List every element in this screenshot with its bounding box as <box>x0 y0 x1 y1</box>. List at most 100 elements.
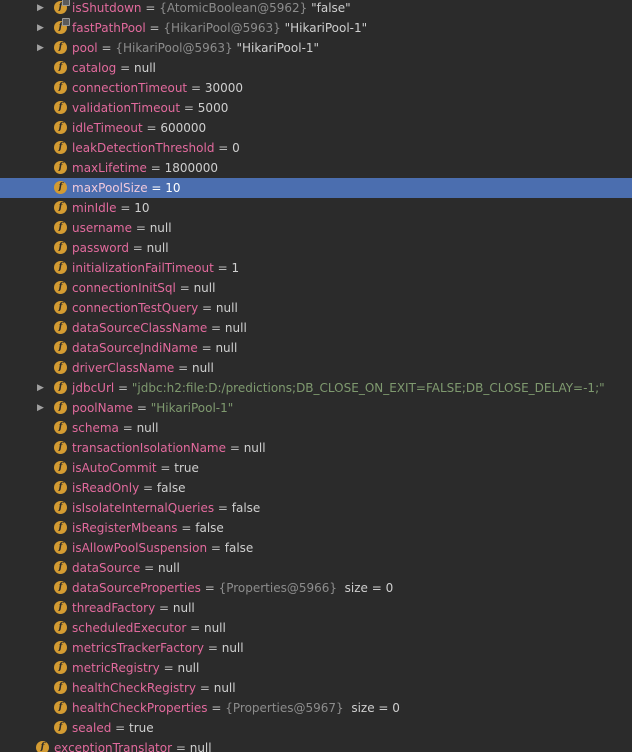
field-icon: f <box>54 301 67 314</box>
field-name: maxPoolSize <box>72 181 148 195</box>
tree-row-jdbcUrl[interactable]: ▶ f jdbcUrl = "jdbc:h2:file:D:/predictions… <box>0 378 632 398</box>
field-icon: f <box>54 161 67 174</box>
field-value: null <box>203 621 226 635</box>
tree-row-scheduledExecutor[interactable]: f scheduledExecutor = null <box>0 618 632 638</box>
tree-row-maxPoolSize[interactable]: f maxPoolSize = 10 <box>0 178 632 198</box>
tree-row-isAutoCommit[interactable]: f isAutoCommit = true <box>0 458 632 478</box>
equals-sign: = <box>116 201 135 215</box>
equals-sign: = <box>155 601 173 615</box>
field-value: false <box>195 521 224 535</box>
tree-row-connectionInitSql[interactable]: f connectionInitSql = null <box>0 278 632 298</box>
expand-arrow-icon[interactable]: ▶ <box>37 378 47 398</box>
tree-row-transactionIsolationName[interactable]: f transactionIsolationName = null <box>0 438 632 458</box>
tree-row-text: dataSourceProperties = {Properties@5966}… <box>72 578 393 598</box>
field-name: dataSourceProperties <box>72 581 201 595</box>
tree-row-text: exceptionTranslator = null <box>54 738 212 752</box>
field-icon: f <box>54 181 67 194</box>
field-value: size = 0 <box>340 581 394 595</box>
expand-arrow-icon[interactable]: ▶ <box>37 38 47 58</box>
expand-arrow-icon[interactable]: ▶ <box>37 18 47 38</box>
tree-row-isRegisterMbeans[interactable]: f isRegisterMbeans = false <box>0 518 632 538</box>
equals-sign: = <box>186 621 204 635</box>
tree-row-leakDetectionThreshold[interactable]: f leakDetectionThreshold = 0 <box>0 138 632 158</box>
tree-row-text: metricsTrackerFactory = null <box>72 638 244 658</box>
tree-row-threadFactory[interactable]: f threadFactory = null <box>0 598 632 618</box>
tree-row-healthCheckRegistry[interactable]: f healthCheckRegistry = null <box>0 678 632 698</box>
tree-row-exceptionTranslator[interactable]: f exceptionTranslator = null <box>0 738 632 752</box>
equals-sign: = <box>145 21 164 35</box>
tree-row-maxLifetime[interactable]: f maxLifetime = 1800000 <box>0 158 632 178</box>
equals-sign: = <box>116 61 134 75</box>
expand-arrow-icon[interactable]: ▶ <box>37 0 47 18</box>
object-reference: {HikariPool@5963} <box>163 21 281 35</box>
tree-row-text: scheduledExecutor = null <box>72 618 226 638</box>
string-value: "HikariPool-1" <box>150 401 234 415</box>
tree-row-isShutdown[interactable]: ▶ f isShutdown = {AtomicBoolean@5962} "fal… <box>0 0 632 18</box>
tree-row-sealed[interactable]: f sealed = true <box>0 718 632 738</box>
tree-row-text: dataSourceJndiName = null <box>72 338 237 358</box>
tree-row-catalog[interactable]: f catalog = null <box>0 58 632 78</box>
field-value: "HikariPool-1" <box>284 21 368 35</box>
equals-sign: = <box>114 381 132 395</box>
field-name: minIdle <box>72 201 117 215</box>
tree-row-text: initializationFailTimeout = 1 <box>72 258 239 278</box>
field-icon: f <box>54 201 67 214</box>
tree-row-metricsTrackerFactory[interactable]: f metricsTrackerFactory = null <box>0 638 632 658</box>
tree-row-isIsolateInternalQueries[interactable]: f isIsolateInternalQueries = false <box>0 498 632 518</box>
tree-row-healthCheckProperties[interactable]: f healthCheckProperties = {Properties@596… <box>0 698 632 718</box>
equals-sign: = <box>180 101 198 115</box>
field-value: null <box>136 421 159 435</box>
tree-row-username[interactable]: f username = null <box>0 218 632 238</box>
tree-row-dataSource[interactable]: f dataSource = null <box>0 558 632 578</box>
field-value: 0 <box>232 141 240 155</box>
field-name: poolName <box>72 401 134 415</box>
tree-row-dataSourceJndiName[interactable]: f dataSourceJndiName = null <box>0 338 632 358</box>
tree-row-idleTimeout[interactable]: f idleTimeout = 600000 <box>0 118 632 138</box>
expand-arrow-icon[interactable]: ▶ <box>37 398 47 418</box>
field-value: null <box>213 681 236 695</box>
equals-sign: = <box>187 81 205 95</box>
field-value: null <box>134 61 156 75</box>
debugger-variables-tree[interactable]: ▶ f isShutdown = {AtomicBoolean@5962} "fal… <box>0 0 632 752</box>
field-name: leakDetectionThreshold <box>72 141 215 155</box>
field-value: false <box>224 541 254 555</box>
field-name: driverClassName <box>72 361 175 375</box>
tree-row-text: pool = {HikariPool@5963} "HikariPool-1" <box>72 38 319 58</box>
tree-row-driverClassName[interactable]: f driverClassName = null <box>0 358 632 378</box>
field-name: initializationFailTimeout <box>72 261 214 275</box>
tree-row-text: connectionTimeout = 30000 <box>72 78 243 98</box>
tree-row-validationTimeout[interactable]: f validationTimeout = 5000 <box>0 98 632 118</box>
field-name: metricRegistry <box>72 661 160 675</box>
tree-row-isAllowPoolSuspension[interactable]: f isAllowPoolSuspension = false <box>0 538 632 558</box>
field-icon: f <box>54 241 67 254</box>
tree-row-dataSourceClassName[interactable]: f dataSourceClassName = null <box>0 318 632 338</box>
field-value: null <box>189 741 212 752</box>
tree-row-dataSourceProperties[interactable]: f dataSourceProperties = {Properties@5966… <box>0 578 632 598</box>
equals-sign: = <box>133 401 151 415</box>
field-name: catalog <box>72 61 117 75</box>
field-icon: f <box>54 441 67 454</box>
equals-sign: = <box>111 721 130 735</box>
tree-row-password[interactable]: f password = null <box>0 238 632 258</box>
tree-row-text: dataSource = null <box>72 558 180 578</box>
tree-row-text: schema = null <box>72 418 158 438</box>
tree-row-minIdle[interactable]: f minIdle = 10 <box>0 198 632 218</box>
tree-row-fastPathPool[interactable]: ▶ f fastPathPool = {HikariPool@5963} "Hika… <box>0 18 632 38</box>
field-name: validationTimeout <box>72 101 181 115</box>
field-value: null <box>172 601 195 615</box>
tree-row-isReadOnly[interactable]: f isReadOnly = false <box>0 478 632 498</box>
equals-sign: = <box>214 141 233 155</box>
field-name: scheduledExecutor <box>72 621 187 635</box>
tree-row-pool[interactable]: ▶ f pool = {HikariPool@5963} "HikariPool-1… <box>0 38 632 58</box>
tree-row-poolName[interactable]: ▶ f poolName = "HikariPool-1" <box>0 398 632 418</box>
field-icon: f <box>54 421 67 434</box>
field-icon: f <box>54 261 67 274</box>
tree-row-schema[interactable]: f schema = null <box>0 418 632 438</box>
tree-row-connectionTimeout[interactable]: f connectionTimeout = 30000 <box>0 78 632 98</box>
field-value: size = 0 <box>347 701 400 715</box>
tree-row-connectionTestQuery[interactable]: f connectionTestQuery = null <box>0 298 632 318</box>
tree-row-text: leakDetectionThreshold = 0 <box>72 138 240 158</box>
tree-row-metricRegistry[interactable]: f metricRegistry = null <box>0 658 632 678</box>
tree-row-initializationFailTimeout[interactable]: f initializationFailTimeout = 1 <box>0 258 632 278</box>
tree-row-text: isAutoCommit = true <box>72 458 199 478</box>
